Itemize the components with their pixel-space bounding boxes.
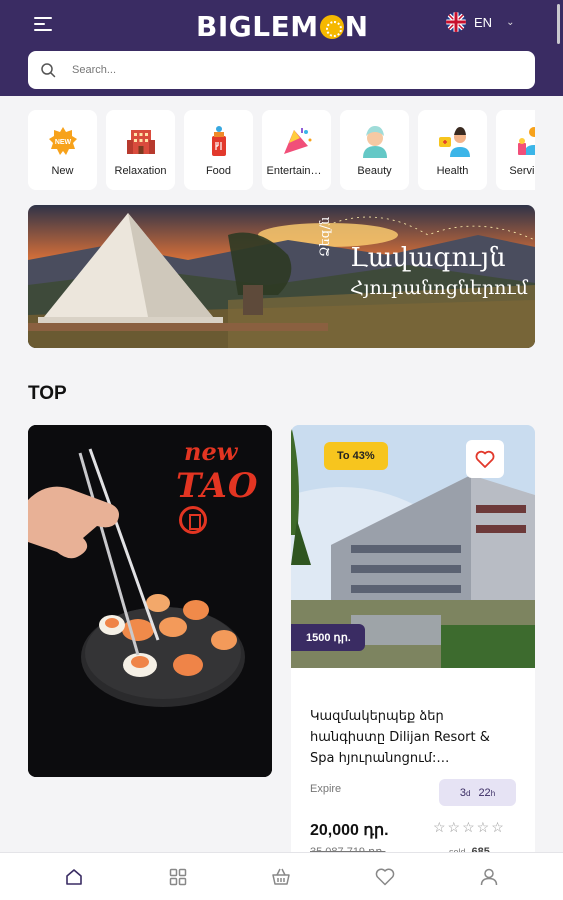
- uk-flag-icon: [446, 12, 466, 32]
- rating-stars[interactable]: ☆☆☆☆☆: [433, 819, 506, 836]
- nav-favorites[interactable]: [365, 857, 405, 897]
- tao-brand-label: TAO: [176, 466, 259, 506]
- heart-icon: [475, 450, 495, 468]
- category-label: Entertainment: [266, 165, 327, 177]
- nav-basket[interactable]: [261, 857, 301, 897]
- language-label: EN: [474, 14, 493, 30]
- favorite-button[interactable]: [466, 440, 504, 478]
- offer-card-tao[interactable]: new TAO: [28, 425, 272, 777]
- health-icon: [435, 123, 471, 159]
- countdown-timer: 3d 22h: [439, 779, 516, 806]
- banner-title: Լավագույն: [350, 243, 506, 273]
- nav-categories[interactable]: [158, 857, 198, 897]
- profile-icon: [480, 868, 498, 885]
- section-title-top: TOP: [28, 383, 67, 404]
- banner-subtitle: Հյուրանոցներում: [350, 277, 528, 299]
- category-label: Services: [509, 165, 535, 177]
- app-logo[interactable]: BIGLEM N: [196, 10, 369, 43]
- category-label: Health: [436, 165, 469, 177]
- nav-profile[interactable]: [469, 857, 509, 897]
- bottom-navigation: [0, 852, 563, 900]
- language-selector[interactable]: EN ⌄: [446, 12, 514, 32]
- services-icon: [513, 123, 535, 159]
- party-icon: [279, 123, 315, 159]
- tao-new-label: new: [184, 437, 238, 466]
- offer-card-dilijan[interactable]: To 43% 1500 դր. Կազմակերպեք ձեր հանգիստը…: [291, 425, 535, 865]
- category-label: Relaxation: [114, 165, 167, 177]
- category-beauty[interactable]: Beauty: [340, 110, 409, 190]
- category-label: Beauty: [357, 165, 392, 177]
- home-icon: [66, 868, 82, 885]
- lemon-icon: [319, 14, 344, 39]
- timer-hours: 22h: [478, 786, 496, 799]
- tao-badge-icon: [179, 506, 207, 534]
- search-input[interactable]: [72, 64, 492, 76]
- category-relaxation[interactable]: Relaxation: [106, 110, 175, 190]
- tao-logo: new TAO: [176, 437, 272, 534]
- logo-text-left: BIGLEM: [196, 10, 319, 43]
- hamburger-menu-icon[interactable]: [34, 17, 52, 33]
- discount-badge: To 43%: [324, 442, 388, 470]
- category-health[interactable]: Health: [418, 110, 487, 190]
- hotel-icon: [123, 123, 159, 159]
- price-tag: 1500 դր.: [291, 624, 365, 651]
- category-new[interactable]: NEW New: [28, 110, 97, 190]
- basket-icon: [272, 868, 291, 885]
- search-icon: [41, 63, 56, 78]
- category-list: NEW New Relaxation Food Entertainment Be…: [28, 110, 535, 190]
- banner-small-text: Ձեզ/ն: [318, 216, 333, 257]
- logo-text-right: N: [344, 10, 369, 43]
- chevron-down-icon: ⌄: [506, 16, 515, 28]
- category-services[interactable]: Services: [496, 110, 535, 190]
- offer-description: Կազմակերպեք ձեր հանգիստը Dilijan Resort …: [310, 709, 490, 766]
- search-bar[interactable]: [28, 51, 535, 89]
- new-badge-icon: NEW: [45, 123, 81, 159]
- grid-icon: [169, 868, 186, 885]
- heart-icon: [375, 868, 395, 885]
- banner-text: Լավագույն Հյուրանոցներում: [350, 243, 528, 299]
- timer-days: 3d: [459, 786, 471, 799]
- category-label: Food: [205, 165, 232, 177]
- category-label: New: [51, 165, 74, 177]
- category-food[interactable]: Food: [184, 110, 253, 190]
- beauty-icon: [357, 123, 393, 159]
- food-icon: [201, 123, 237, 159]
- promo-banner[interactable]: Ձեզ/ն Լավագույն Հյուրանոցներում: [28, 205, 535, 348]
- app-header: BIGLEM N EN ⌄: [0, 0, 563, 96]
- expire-label: Expire: [310, 783, 342, 795]
- category-entertainment[interactable]: Entertainment: [262, 110, 331, 190]
- offer-price: 20,000 դր.: [310, 822, 389, 839]
- svg-text:NEW: NEW: [54, 139, 71, 146]
- nav-home[interactable]: [54, 857, 94, 897]
- scrollbar[interactable]: [557, 4, 560, 44]
